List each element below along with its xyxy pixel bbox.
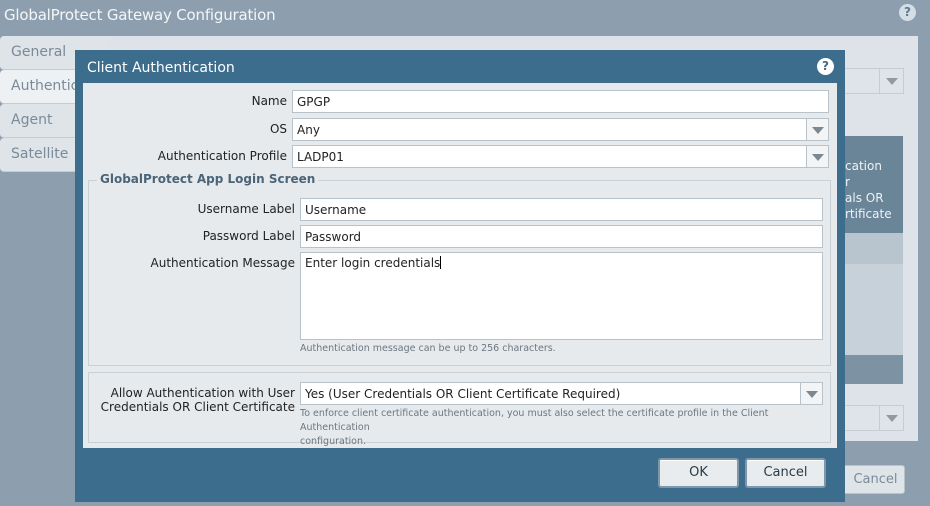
os-label: OS: [269, 122, 287, 136]
allow-auth-label-line2: Credentials OR Client Certificate: [100, 400, 295, 414]
name-field[interactable]: GPGP: [292, 90, 829, 113]
chevron-down-icon[interactable]: [800, 383, 822, 404]
client-authentication-dialog: Client Authentication ? Name GPGP OS Any…: [75, 50, 845, 502]
window-title: GlobalProtect Gateway Configuration: [4, 6, 276, 24]
chevron-down-icon: [879, 69, 903, 93]
auth-message-hint: Authentication message can be up to 256 …: [300, 343, 556, 354]
allow-auth-value: Yes (User Credentials OR Client Certific…: [305, 387, 621, 401]
allow-auth-hint-line2: configuration.: [300, 436, 367, 447]
help-icon[interactable]: ?: [899, 4, 916, 21]
username-label-field[interactable]: Username: [300, 198, 823, 221]
dialog-body: Name GPGP OS Any Authentication Profile …: [83, 83, 837, 448]
password-label-label: Password Label: [202, 229, 295, 243]
chevron-down-icon: [879, 406, 903, 430]
auth-message-label: Authentication Message: [150, 256, 296, 270]
table-header: cation r als OR rtificate: [845, 136, 903, 233]
allow-auth-hint: To enforce client certificate authentica…: [300, 407, 830, 449]
header-fragment: als OR: [845, 191, 884, 205]
auth-profile-value: LADP01: [297, 150, 344, 164]
auth-profile-label: Authentication Profile: [157, 149, 287, 163]
login-screen-legend: GlobalProtect App Login Screen: [97, 172, 319, 186]
dialog-title: Client Authentication: [87, 60, 235, 76]
allow-auth-label: Allow Authentication with User Credentia…: [89, 386, 295, 414]
auth-message-textarea[interactable]: Enter login credentials: [300, 252, 823, 340]
name-label: Name: [251, 94, 287, 108]
auth-message-text: Enter login credentials: [305, 256, 441, 270]
os-select[interactable]: Any: [292, 118, 829, 141]
text-cursor: [440, 256, 442, 269]
allow-auth-hint-line1: To enforce client certificate authentica…: [300, 408, 769, 433]
login-screen-group: GlobalProtect App Login Screen Username …: [88, 172, 831, 366]
password-label-field[interactable]: Password: [300, 225, 823, 248]
os-value: Any: [297, 123, 320, 137]
username-label-label: Username Label: [197, 202, 295, 216]
help-icon[interactable]: ?: [817, 58, 834, 75]
ok-button[interactable]: OK: [658, 458, 739, 488]
header-fragment: r: [845, 175, 850, 189]
client-auth-table: cation r als OR rtificate: [845, 136, 903, 384]
allow-auth-label-line1: Allow Authentication with User: [110, 386, 295, 400]
table-footer: [845, 355, 903, 384]
allow-auth-group: Allow Authentication with User Credentia…: [88, 372, 831, 447]
auth-profile-select[interactable]: LADP01: [292, 145, 829, 168]
header-fragment: cation: [845, 159, 882, 173]
header-fragment: rtificate: [845, 207, 892, 221]
background-cancel-button[interactable]: Cancel: [840, 465, 905, 494]
chevron-down-icon[interactable]: [806, 119, 828, 140]
table-row[interactable]: [845, 233, 903, 264]
allow-auth-select[interactable]: Yes (User Credentials OR Client Certific…: [300, 382, 823, 405]
cancel-button[interactable]: Cancel: [745, 458, 826, 488]
chevron-down-icon[interactable]: [806, 146, 828, 167]
